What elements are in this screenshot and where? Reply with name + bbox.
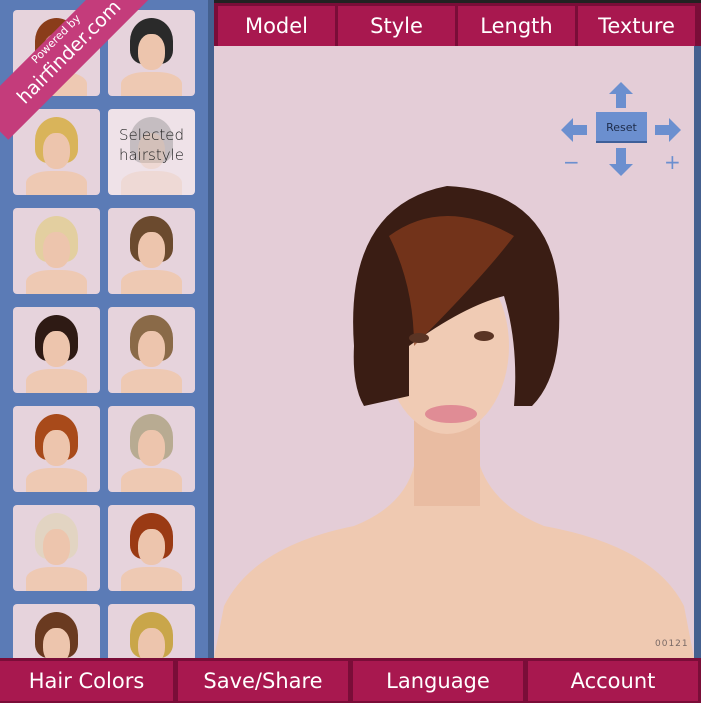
language-button[interactable]: Language — [353, 661, 523, 701]
bottom-bar: Hair Colors Save/Share Language Account — [0, 658, 701, 703]
neck-shape — [26, 369, 87, 393]
right-edge-bar — [694, 46, 701, 658]
tab-model[interactable]: Model — [218, 6, 335, 46]
hairstyle-thumb[interactable] — [13, 406, 100, 492]
zoom-in-button[interactable]: + — [664, 150, 681, 174]
selected-label: Selected hairstyle — [118, 126, 185, 164]
move-down-arrow-icon[interactable] — [609, 148, 633, 176]
save-share-button[interactable]: Save/Share — [178, 661, 348, 701]
selected-hairstyle-thumb[interactable]: Selected hairstyle — [108, 109, 195, 195]
face-shape — [43, 331, 70, 367]
hairstyle-thumb[interactable] — [13, 505, 100, 591]
hairstyle-sidebar[interactable]: Selected hairstyle Powered by hairfinder.c… — [0, 0, 208, 703]
neck-shape — [121, 369, 182, 393]
tab-style[interactable]: Style — [338, 6, 455, 46]
face-shape — [43, 232, 70, 268]
top-nav: Model Style Length Texture — [214, 0, 701, 46]
preview-canvas: Reset − + 00121 — [214, 46, 694, 658]
model-code: 00121 — [655, 639, 689, 649]
tab-length[interactable]: Length — [458, 6, 575, 46]
face-shape — [43, 529, 70, 565]
neck-shape — [26, 171, 87, 195]
hairstyle-thumb[interactable] — [13, 208, 100, 294]
hairstyle-thumb[interactable] — [108, 505, 195, 591]
tab-texture[interactable]: Texture — [578, 6, 695, 46]
neck-shape — [26, 468, 87, 492]
hairstyle-thumb[interactable] — [108, 406, 195, 492]
move-left-arrow-icon[interactable] — [561, 118, 587, 142]
hair-colors-button[interactable]: Hair Colors — [0, 661, 173, 701]
neck-shape — [121, 567, 182, 591]
face-shape — [138, 232, 165, 268]
face-shape — [138, 331, 165, 367]
face-shape — [138, 430, 165, 466]
neck-shape — [121, 72, 182, 96]
face-shape — [43, 430, 70, 466]
neck-shape — [121, 270, 182, 294]
reset-button[interactable]: Reset — [596, 112, 647, 143]
account-button[interactable]: Account — [528, 661, 698, 701]
zoom-out-button[interactable]: − — [563, 150, 580, 174]
neck-shape — [121, 171, 182, 195]
neck-shape — [26, 567, 87, 591]
face-shape — [138, 34, 165, 70]
hairstyle-thumb[interactable] — [108, 307, 195, 393]
move-right-arrow-icon[interactable] — [655, 118, 681, 142]
neck-shape — [121, 468, 182, 492]
face-shape — [43, 133, 70, 169]
hairstyle-thumb[interactable] — [108, 208, 195, 294]
face-shape — [138, 529, 165, 565]
neck-shape — [26, 270, 87, 294]
move-up-arrow-icon[interactable] — [609, 82, 633, 108]
hairstyle-thumb[interactable] — [13, 307, 100, 393]
